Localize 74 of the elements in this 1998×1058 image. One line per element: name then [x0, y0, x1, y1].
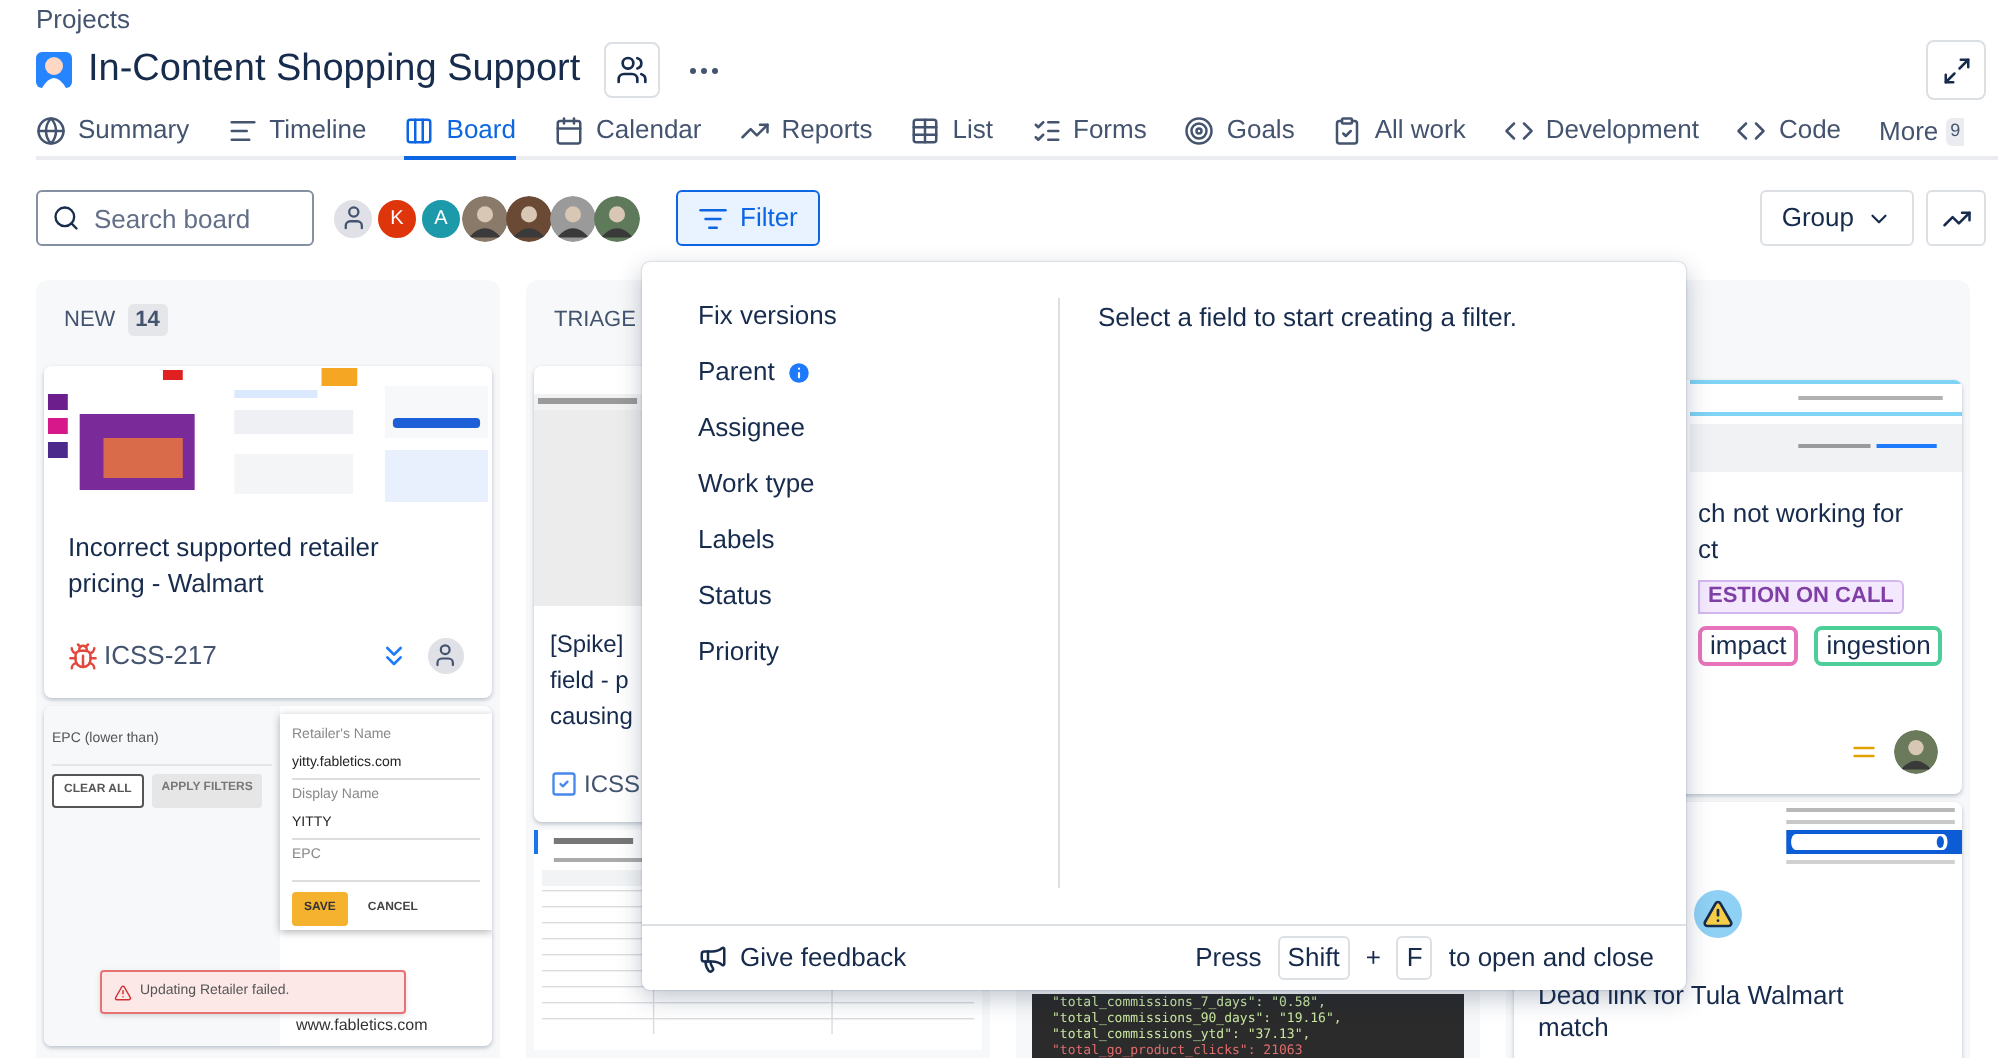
tab[interactable]: All work [1332, 104, 1466, 160]
column-title: TRIAGE [554, 305, 636, 336]
card-title: [Spike] [550, 628, 624, 662]
issue-card[interactable]: Incorrect supported retailer pricing - Walmart ICSS-217 [44, 366, 492, 698]
label-lozenge: ESTION ON CALL [1698, 580, 1904, 614]
column-title: NEW [64, 305, 116, 336]
issue-key[interactable]: ICSS-217 [104, 636, 217, 676]
project-title: In-Content Shopping Support [88, 45, 581, 94]
key-cap: Shift [1277, 936, 1350, 980]
key-cap: F [1396, 936, 1433, 980]
tag: impact [1698, 626, 1799, 666]
count-badge: 14 [127, 303, 168, 337]
card-title: field - p [550, 664, 629, 698]
globe-icon [36, 115, 66, 145]
calendar-icon [553, 115, 584, 145]
expand-button[interactable] [1926, 40, 1986, 100]
shortcut-text: Press [1195, 940, 1262, 977]
tab[interactable]: List [910, 104, 994, 160]
tag: ingestion [1814, 626, 1943, 666]
tab[interactable]: Calendar [553, 104, 702, 160]
checklist-icon [1031, 115, 1062, 145]
filter-field[interactable]: Parent [698, 354, 1058, 390]
avatar[interactable] [594, 195, 640, 241]
table-icon [910, 115, 941, 145]
filter-field[interactable]: Fix versions [698, 298, 1058, 334]
tab[interactable]: Goals [1184, 104, 1295, 160]
card-title: match [1538, 1012, 1609, 1044]
filter-hint: Select a field to start creating a filter. [1098, 300, 1518, 336]
give-feedback-button[interactable]: Give feedback [698, 938, 907, 978]
filter-field[interactable]: Work type [698, 466, 1058, 502]
avatar[interactable]: K [374, 195, 420, 241]
card-title: causing [550, 700, 633, 734]
url-text: www.fabletics.com [296, 1014, 430, 1038]
card-title: Incorrect supported retailer [68, 530, 379, 566]
avatar[interactable] [550, 195, 596, 241]
filter-field[interactable]: Labels [698, 522, 1058, 558]
clipboard-icon [1332, 115, 1363, 145]
filter-icon [698, 203, 728, 233]
shortcut-text: + [1365, 940, 1381, 977]
tab[interactable]: Code [1736, 104, 1842, 160]
breadcrumb[interactable]: Projects [36, 4, 1962, 36]
card-title: ct [1698, 532, 1719, 568]
project-icon [36, 52, 72, 88]
lines-icon [227, 115, 258, 145]
tab[interactable]: Board [404, 104, 516, 160]
search-field[interactable]: Search board [36, 190, 314, 246]
card-title: pricing - Walmart [68, 566, 264, 602]
filter-field[interactable]: Assignee [698, 410, 1058, 446]
filter-field[interactable]: Status [698, 578, 1058, 614]
tab[interactable]: Development [1503, 104, 1699, 160]
search-icon [52, 204, 80, 232]
tab[interactable]: Timeline [227, 104, 367, 160]
avatar[interactable] [462, 195, 508, 241]
target-icon [1184, 115, 1215, 145]
more-tab[interactable]: More 9 [1879, 104, 1965, 160]
avatar[interactable] [1894, 730, 1938, 774]
group-button[interactable]: Group [1759, 190, 1914, 246]
filter-field[interactable]: Priority [698, 634, 1058, 670]
ellipsis-icon [690, 67, 719, 73]
expand-icon [1941, 55, 1971, 85]
card-title: ch not working for [1698, 496, 1904, 532]
insights-button[interactable] [1926, 190, 1986, 246]
avatar[interactable] [506, 195, 552, 241]
tab[interactable]: Forms [1031, 104, 1147, 160]
issue-key[interactable]: ICSS [584, 766, 641, 802]
warning-icon [114, 983, 132, 1001]
filter-button[interactable]: Filter [676, 190, 820, 246]
count-badge: 9 [1946, 118, 1965, 146]
columns-icon [404, 115, 435, 145]
tab[interactable]: Summary [36, 104, 190, 160]
people-icon [616, 54, 649, 86]
team-button[interactable] [604, 42, 661, 98]
megaphone-icon [698, 943, 728, 973]
tab[interactable]: Reports [739, 104, 873, 160]
